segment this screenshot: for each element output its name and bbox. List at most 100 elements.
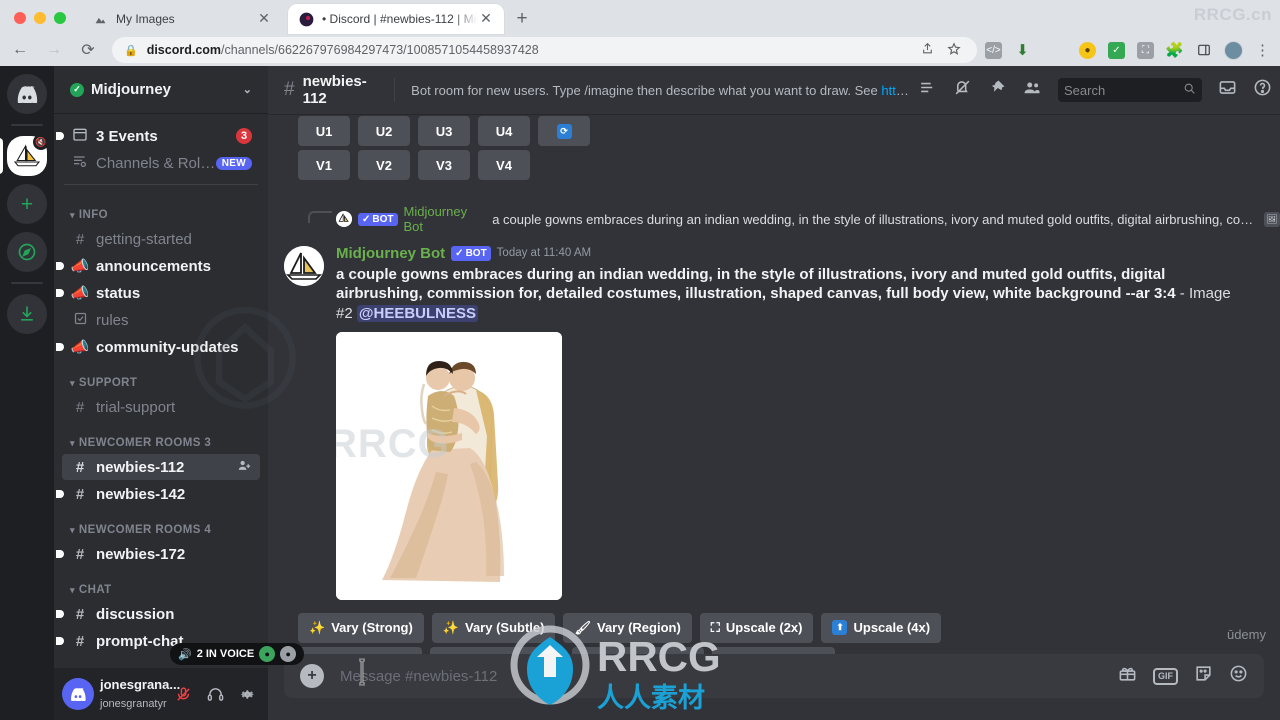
- new-tab-button[interactable]: +: [512, 9, 532, 29]
- mj-button-zoom-out-1-5x[interactable]: 🔍 Zoom Out 1.5x: [429, 646, 565, 654]
- search-input[interactable]: Search: [1058, 78, 1202, 102]
- rail-item-add-server[interactable]: +: [7, 184, 47, 224]
- image-icon: [92, 11, 108, 27]
- user-identity[interactable]: jonesgrana... jonesgranatyr: [100, 676, 180, 713]
- checkmark-icon[interactable]: ✓: [1108, 41, 1125, 59]
- reply-author[interactable]: Midjourney Bot: [404, 204, 487, 234]
- generated-image[interactable]: RRCG: [336, 331, 562, 600]
- mj-button-u1[interactable]: U1: [298, 116, 350, 146]
- emoji-icon[interactable]: [1229, 664, 1248, 688]
- sidebar-item-community-updates[interactable]: 📣 community-updates: [56, 334, 260, 360]
- message-input[interactable]: Message #newbies-112: [340, 668, 1102, 685]
- rail-item-explore[interactable]: [7, 232, 47, 272]
- shield-icon[interactable]: ●: [1079, 41, 1096, 59]
- mj-button-upscale-2x[interactable]: ⛶ Upscale (2x): [699, 612, 814, 643]
- minimize-window-button[interactable]: [34, 12, 46, 24]
- back-button[interactable]: ←: [6, 36, 34, 64]
- close-icon[interactable]: ✕: [256, 11, 272, 27]
- sticker-icon[interactable]: [1194, 664, 1213, 688]
- avatar[interactable]: [62, 678, 94, 710]
- kebab-menu-icon[interactable]: ⋮: [1255, 41, 1270, 59]
- mj-button-v4[interactable]: V4: [478, 150, 530, 180]
- sidepanel-icon[interactable]: [1195, 42, 1212, 59]
- sidebar-item-trial-support[interactable]: # trial-support: [62, 394, 260, 420]
- category-newcomer-rooms-4[interactable]: ▾ NEWCOMER ROOMS 4: [54, 508, 268, 540]
- browser-tab-discord[interactable]: • Discord | #newbies-112 | Mid ✕: [288, 4, 504, 34]
- mj-button-custom-zoom[interactable]: 🔍 Custom Zoom: [572, 646, 704, 654]
- mj-button-v1[interactable]: V1: [298, 150, 350, 180]
- gift-icon[interactable]: [1118, 664, 1137, 688]
- close-window-button[interactable]: [14, 12, 26, 24]
- category-newcomer-rooms-3[interactable]: ▾ NEWCOMER ROOMS 3: [54, 421, 268, 453]
- avatar[interactable]: [284, 246, 324, 286]
- share-icon[interactable]: [921, 42, 934, 58]
- mj-button-v2[interactable]: V2: [358, 150, 410, 180]
- channel-list[interactable]: 3 Events 3 Channels & Roles NEW ▾ INFO #…: [54, 114, 268, 668]
- add-attachment-icon[interactable]: +: [300, 664, 324, 688]
- sidebar-item-rules[interactable]: rules: [62, 307, 260, 333]
- sidebar-item-newbies-142[interactable]: # newbies-142: [56, 481, 260, 507]
- voice-status-popup[interactable]: 🔊 2 IN VOICE ● ●: [170, 643, 305, 665]
- reload-button[interactable]: ⟳: [74, 36, 102, 64]
- sidebar-item-channels-roles[interactable]: Channels & Roles NEW: [62, 150, 260, 176]
- mj-button-v3[interactable]: V3: [418, 150, 470, 180]
- forward-button[interactable]: →: [40, 36, 68, 64]
- mj-button-vary-region[interactable]: 🖌 Vary (Region): [563, 612, 692, 643]
- topic-link[interactable]: https://docs.midjo...: [881, 83, 910, 98]
- code-icon[interactable]: </>: [985, 41, 1002, 59]
- unread-indicator: [56, 289, 64, 297]
- mj-button-vary-subtle[interactable]: ✨ Vary (Subtle): [431, 612, 556, 643]
- sidebar-item-discussion[interactable]: # discussion: [56, 601, 260, 627]
- inbox-icon[interactable]: [1218, 78, 1237, 102]
- rail-item-home[interactable]: [7, 74, 47, 114]
- window-controls[interactable]: [14, 12, 66, 24]
- sidebar-item-getting-started[interactable]: # getting-started: [62, 226, 260, 252]
- notifications-muted-icon[interactable]: [953, 78, 972, 102]
- category-support[interactable]: ▾ SUPPORT: [54, 361, 268, 393]
- download-icon[interactable]: ⬇: [1014, 42, 1031, 59]
- reply-context[interactable]: ✓ BOT Midjourney Bot a couple gowns embr…: [268, 202, 1280, 236]
- address-bar[interactable]: 🔒 discord.com /channels/6622679769842974…: [112, 37, 977, 63]
- mic-muted-icon[interactable]: [170, 681, 196, 707]
- mj-button-vary-strong[interactable]: ✨ Vary (Strong): [298, 612, 424, 643]
- cat-icon[interactable]: [1043, 40, 1067, 60]
- browser-tab-my-images[interactable]: My Images ✕: [82, 4, 282, 34]
- chevron-down-icon[interactable]: ⌄: [243, 83, 252, 96]
- message-composer[interactable]: + Message #newbies-112 GIF: [284, 654, 1264, 698]
- rail-item-midjourney-server[interactable]: 🔇: [0, 134, 49, 176]
- profile-avatar[interactable]: [1224, 40, 1243, 60]
- add-member-icon[interactable]: [237, 458, 252, 476]
- help-icon[interactable]: [1253, 78, 1272, 102]
- scan-icon[interactable]: ⛶: [1137, 41, 1154, 59]
- sidebar-item-status[interactable]: 📣 status: [56, 280, 260, 306]
- message-list[interactable]: U1 U2 U3 U4 ⟳ V1 V2 V3 V4 ✓ BOT Midjourn…: [268, 114, 1280, 654]
- gear-icon[interactable]: [234, 681, 260, 707]
- events-badge: 3: [236, 128, 252, 144]
- category-info[interactable]: ▾ INFO: [54, 193, 268, 225]
- mj-button-upscale-4x[interactable]: ⬆ Upscale (4x): [821, 612, 942, 643]
- star-icon[interactable]: [947, 41, 961, 59]
- headset-icon[interactable]: [202, 681, 228, 707]
- sidebar-item-events[interactable]: 3 Events 3: [56, 123, 260, 149]
- mj-button-reroll[interactable]: ⟳: [538, 116, 590, 146]
- mention[interactable]: @HEEBULNESS: [356, 305, 479, 323]
- sidebar-item-newbies-112[interactable]: # newbies-112: [62, 454, 260, 480]
- maximize-window-button[interactable]: [54, 12, 66, 24]
- rail-item-download-apps[interactable]: [7, 294, 47, 334]
- threads-icon[interactable]: [918, 78, 937, 102]
- mj-button-zoom-out-2x[interactable]: 🔍 Zoom Out 2x: [298, 646, 422, 654]
- mj-button-u3[interactable]: U3: [418, 116, 470, 146]
- members-icon[interactable]: [1022, 79, 1042, 102]
- sidebar-item-announcements[interactable]: 📣 announcements: [56, 253, 260, 279]
- mj-button-u2[interactable]: U2: [358, 116, 410, 146]
- close-icon[interactable]: ✕: [478, 11, 494, 27]
- mj-button-make-square[interactable]: ↔ Make Square: [711, 646, 835, 654]
- guild-header[interactable]: ✓ Midjourney ⌄: [54, 66, 268, 114]
- pin-icon[interactable]: [988, 79, 1006, 102]
- category-chat[interactable]: ▾ CHAT: [54, 568, 268, 600]
- gif-icon[interactable]: GIF: [1153, 667, 1178, 685]
- sidebar-item-newbies-172[interactable]: # newbies-172: [56, 541, 260, 567]
- puzzle-icon[interactable]: 🧩: [1165, 42, 1184, 59]
- message-author[interactable]: Midjourney Bot: [336, 244, 445, 264]
- mj-button-u4[interactable]: U4: [478, 116, 530, 146]
